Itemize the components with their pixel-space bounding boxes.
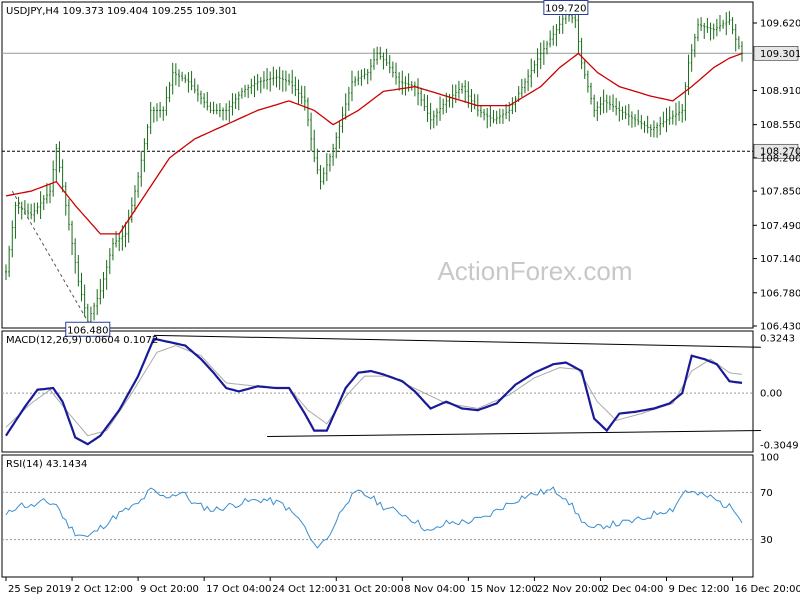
rsi-panel-frame <box>1 454 754 578</box>
rsi-tick-label: 30 <box>760 535 773 546</box>
rsi-tick-label: 70 <box>760 488 773 499</box>
x-tick-label: 9 Oct 20:00 <box>140 584 199 595</box>
x-tick-label: 9 Dec 12:00 <box>669 584 730 595</box>
rsi-header: RSI(14) 43.1434 <box>6 459 87 470</box>
watermark: ActionForex.com <box>437 256 632 286</box>
macd-tick-label: 0.3243 <box>760 334 795 345</box>
x-tick-label: 25 Sep 2019 <box>8 584 71 595</box>
x-tick-label: 16 Dec 20:00 <box>735 584 800 595</box>
x-tick-label: 8 Nov 04:00 <box>404 584 465 595</box>
x-tick-label: 2 Oct 12:00 <box>74 584 133 595</box>
x-tick-label: 15 Nov 12:00 <box>470 584 537 595</box>
x-tick-label: 31 Oct 20:00 <box>338 584 403 595</box>
macd-panel-frame <box>1 330 754 453</box>
price-tick-label: 107.490 <box>760 221 800 232</box>
price-tick-label: 106.780 <box>760 288 800 299</box>
macd-header: MACD(12,26,9) 0.0604 0.1072 <box>6 335 158 346</box>
macd-tick-label: -0.3049 <box>760 441 799 452</box>
rsi-tick-label: 100 <box>760 453 779 464</box>
x-tick-label: 22 Nov 20:00 <box>536 584 603 595</box>
price-tick-label: 106.430 <box>760 322 800 333</box>
price-tick-label: 109.301 <box>760 49 800 60</box>
x-tick-label: 2 Dec 04:00 <box>602 584 663 595</box>
price-tick-label: 108.200 <box>760 153 800 164</box>
price-tick-label: 109.620 <box>760 18 800 29</box>
x-tick-label: 17 Oct 04:00 <box>206 584 271 595</box>
price-header: USDJPY,H4 109.373 109.404 109.255 109.30… <box>6 6 237 17</box>
price-tick-label: 107.140 <box>760 254 800 265</box>
chart-root: ActionForex.com 109.720106.480 109.62010… <box>1 0 800 595</box>
price-tick-label: 108.910 <box>760 86 800 97</box>
price-tick-label: 107.850 <box>760 187 800 198</box>
price-tick-label: 108.550 <box>760 120 800 131</box>
x-tick-label: 24 Oct 12:00 <box>272 584 337 595</box>
annotation-label: 109.720 <box>545 3 586 14</box>
macd-tick-label: 0.00 <box>760 389 782 400</box>
